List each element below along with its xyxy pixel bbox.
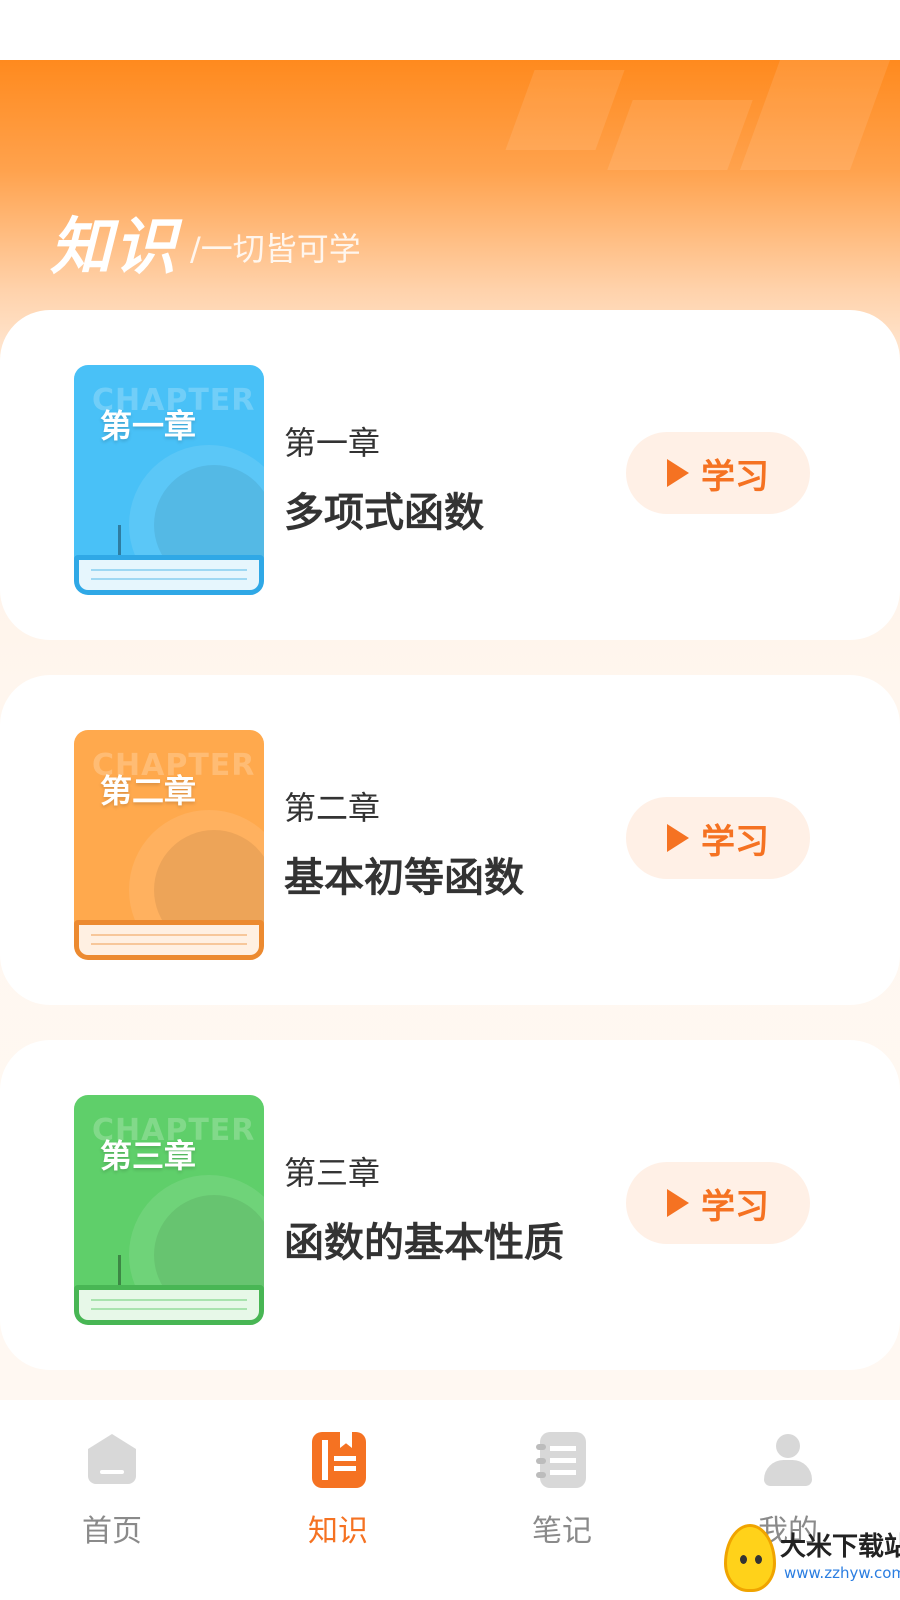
cover-title: 第二章 (100, 772, 197, 810)
header-decoration (739, 60, 891, 170)
play-icon (667, 824, 689, 852)
knowledge-icon-line (334, 1466, 356, 1471)
notes-icon-ring (536, 1472, 546, 1478)
header-decoration (607, 100, 753, 170)
notes-icon-line (550, 1446, 576, 1451)
chapter-title: 多项式函数 (284, 490, 484, 536)
chapter-number: 第二章 (284, 789, 381, 827)
book-cover: CHAPTER 第一章 (74, 365, 264, 565)
play-icon (667, 459, 689, 487)
knowledge-icon-line (334, 1456, 356, 1461)
home-icon-shape (88, 1434, 136, 1484)
tab-knowledge[interactable]: 知识 (268, 1430, 408, 1560)
chapter-title: 函数的基本性质 (284, 1220, 564, 1266)
chapter-book-cover: CHAPTER 第一章 (74, 365, 264, 595)
cover-title: 第一章 (100, 407, 197, 445)
chapter-card[interactable]: CHAPTER 第一章 第一章 多项式函数 学习 (0, 310, 900, 640)
page-line (91, 943, 247, 945)
notes-icon-ring (536, 1458, 546, 1464)
spine-mark (118, 525, 121, 557)
page-line (91, 934, 247, 936)
profile-icon (758, 1430, 818, 1490)
page-line (91, 578, 247, 580)
profile-icon-body (764, 1460, 812, 1486)
watermark-site-name: 大米下载站 (780, 1532, 900, 1562)
chapter-book-cover: CHAPTER 第三章 (74, 1095, 264, 1325)
page-line (91, 569, 247, 571)
home-icon-door (100, 1470, 124, 1474)
chapter-number: 第一章 (284, 424, 381, 462)
book-pages (74, 920, 264, 960)
knowledge-icon-line (322, 1440, 328, 1480)
page-subtitle: /一切皆可学 (190, 230, 361, 268)
mascot-icon (724, 1524, 776, 1592)
watermark-site-url: www.zzhyw.com (784, 1564, 900, 1582)
mascot-eye (755, 1555, 762, 1564)
study-button[interactable]: 学习 (626, 797, 810, 879)
tab-label: 首页 (82, 1514, 142, 1549)
page-line (91, 1299, 247, 1301)
study-button-label: 学习 (701, 821, 769, 862)
study-button-label: 学习 (701, 456, 769, 497)
chapter-card[interactable]: CHAPTER 第三章 第三章 函数的基本性质 学习 (0, 1040, 900, 1370)
chapter-number: 第三章 (284, 1154, 381, 1192)
chapter-card[interactable]: CHAPTER 第二章 第二章 基本初等函数 学习 (0, 675, 900, 1005)
notes-icon-line (550, 1470, 576, 1475)
profile-icon-head (776, 1434, 800, 1458)
study-button[interactable]: 学习 (626, 432, 810, 514)
tab-notes[interactable]: 笔记 (492, 1430, 632, 1560)
book-cover: CHAPTER 第二章 (74, 730, 264, 930)
knowledge-icon (308, 1430, 368, 1490)
tab-home[interactable]: 首页 (42, 1430, 182, 1560)
book-pages (74, 1285, 264, 1325)
play-icon (667, 1189, 689, 1217)
chapter-book-cover: CHAPTER 第二章 (74, 730, 264, 960)
page-title: 知识 (50, 210, 179, 283)
book-cover: CHAPTER 第三章 (74, 1095, 264, 1295)
status-bar (0, 0, 900, 60)
notes-icon-line (550, 1458, 576, 1463)
header-decoration (505, 70, 625, 150)
notes-icon (532, 1430, 592, 1490)
notes-icon-ring (536, 1444, 546, 1450)
tab-label: 知识 (308, 1514, 368, 1549)
page-line (91, 1308, 247, 1310)
site-watermark: 大米下载站 www.zzhyw.com (718, 1506, 900, 1600)
mascot-eye (740, 1555, 747, 1564)
chapter-title: 基本初等函数 (284, 855, 524, 901)
study-button-label: 学习 (701, 1186, 769, 1227)
spine-mark (118, 1255, 121, 1287)
study-button[interactable]: 学习 (626, 1162, 810, 1244)
tab-label: 笔记 (532, 1514, 592, 1549)
home-icon (82, 1430, 142, 1490)
cover-title: 第三章 (100, 1137, 197, 1175)
book-pages (74, 555, 264, 595)
